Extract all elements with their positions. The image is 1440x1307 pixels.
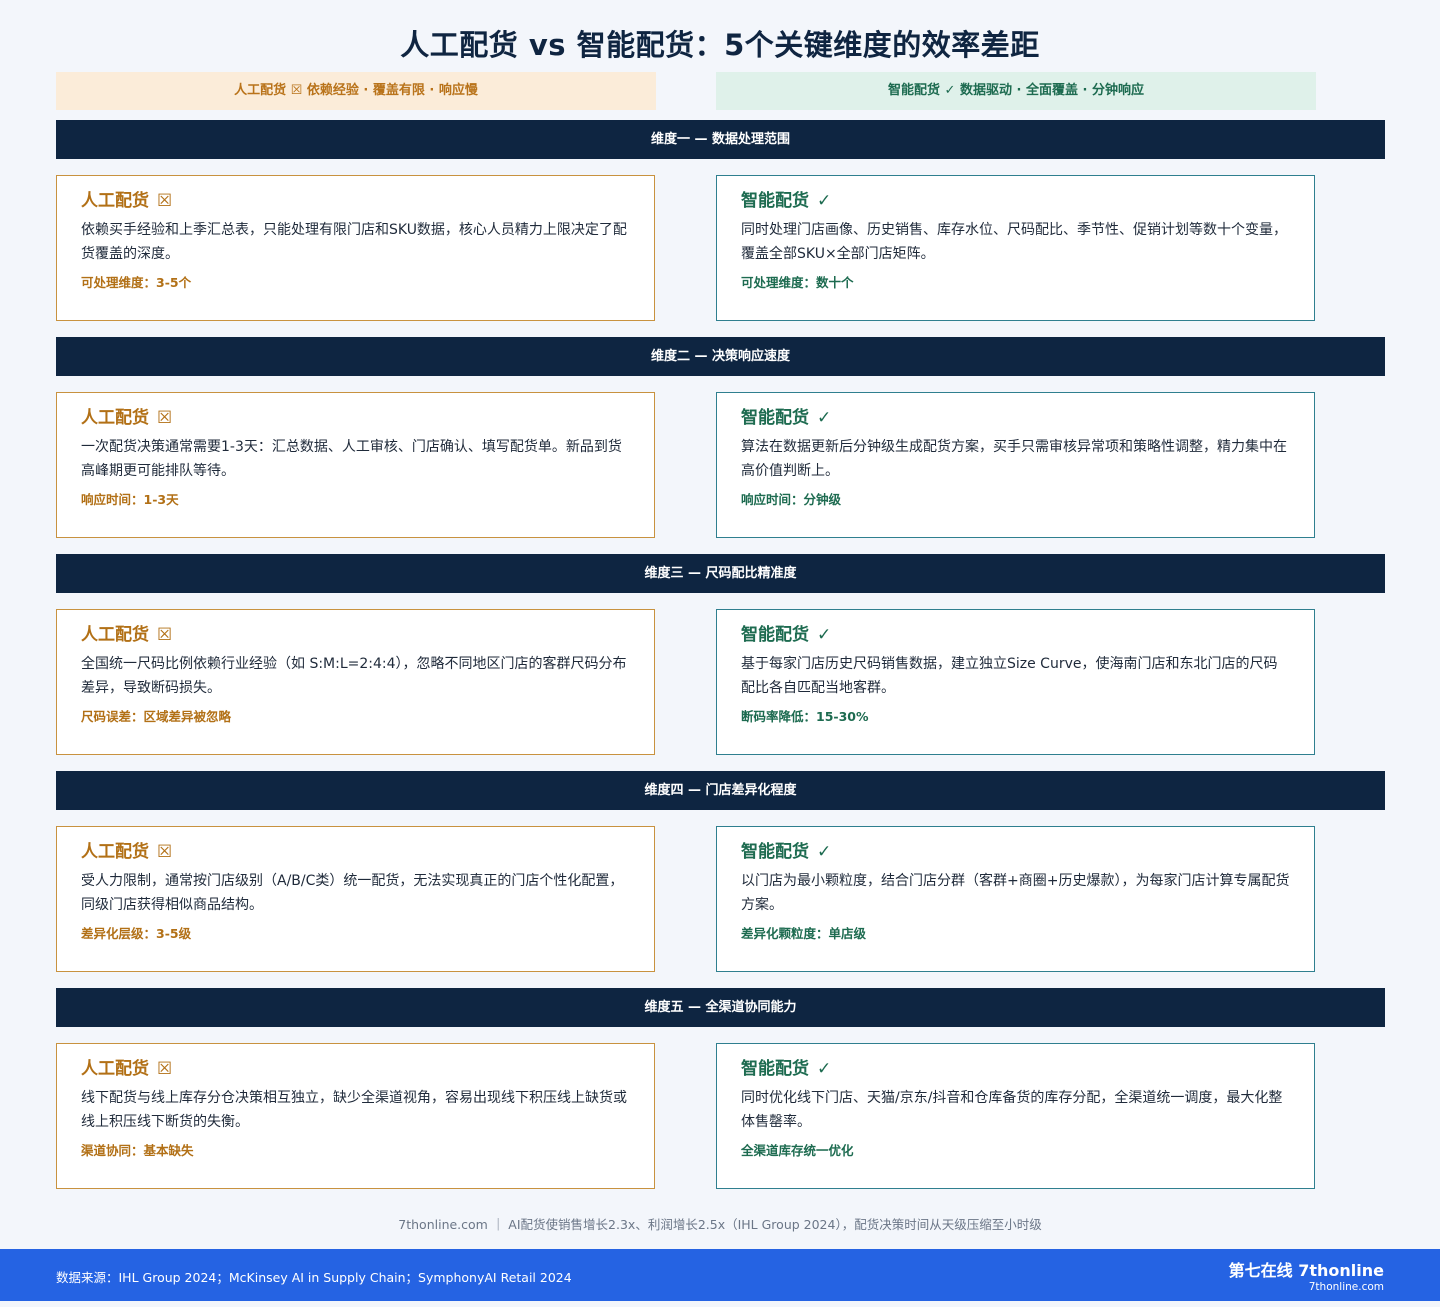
cross-box-icon: ☒ [157, 408, 173, 428]
card-metric: 响应时间：1-3天 [81, 492, 179, 507]
smart-card: 智能配货 ✓ 同时处理门店画像、历史销售、库存水位、尺码配比、季节性、促销计划等数… [716, 175, 1315, 321]
manual-card: 人工配货 ☒ 全国统一尺码比例依赖行业经验（如 S:M:L=2:4:4），忽略不同… [56, 609, 655, 755]
card-description: 线下配货与线上库存分仓决策相互独立，缺少全渠道视角，容易出现线下积压线上缺货或线… [81, 1090, 627, 1130]
card-description: 依赖买手经验和上季汇总表，只能处理有限门店和SKU数据，核心人员精力上限决定了配… [81, 222, 627, 262]
card-description: 一次配货决策通常需要1-3天：汇总数据、人工审核、门店确认、填写配货单。新品到货… [81, 439, 622, 479]
cross-box-icon: ☒ [157, 625, 173, 645]
check-icon: ✓ [817, 625, 832, 645]
smart-card: 智能配货 ✓ 同时优化线下门店、天猫/京东/抖音和仓库备货的库存分配，全渠道统一调… [716, 1043, 1315, 1189]
card-heading: 智能配货 ✓ [741, 625, 832, 645]
check-icon: ✓ [817, 191, 832, 211]
card-description: 基于每家门店历史尺码销售数据，建立独立Size Curve，使海南门店和东北门店… [741, 656, 1278, 696]
card-heading: 人工配货 ☒ [81, 191, 173, 211]
legend-manual: 人工配货 ☒ 依赖经验 · 覆盖有限 · 响应慢 [56, 72, 656, 110]
card-metric: 渠道协同：基本缺失 [81, 1143, 194, 1158]
brand-logo: 第七在线 7thonline 7thonline.com [1229, 1261, 1384, 1293]
card-heading: 智能配货 ✓ [741, 191, 832, 211]
card-metric: 可处理维度：数十个 [741, 275, 854, 290]
brand-url: 7thonline.com [1308, 1281, 1384, 1293]
manual-card: 人工配货 ☒ 线下配货与线上库存分仓决策相互独立，缺少全渠道视角，容易出现线下积压… [56, 1043, 655, 1189]
dimension-header: 维度五 — 全渠道协同能力 [56, 988, 1385, 1027]
card-description: 受人力限制，通常按门店级别（A/B/C类）统一配货，无法实现真正的门店个性化配置… [81, 873, 624, 913]
dimension-header: 维度一 — 数据处理范围 [56, 120, 1385, 159]
card-metric: 断码率降低：15-30% [741, 709, 869, 724]
check-icon: ✓ [817, 408, 832, 428]
card-heading: 人工配货 ☒ [81, 625, 173, 645]
card-metric: 全渠道库存统一优化 [741, 1143, 854, 1158]
page-title: 人工配货 vs 智能配货：5个关键维度的效率差距 [400, 28, 1040, 62]
card-description: 同时处理门店画像、历史销售、库存水位、尺码配比、季节性、促销计划等数十个变量，覆… [741, 222, 1287, 262]
card-heading: 智能配货 ✓ [741, 842, 832, 862]
card-metric: 尺码误差：区域差异被忽略 [81, 709, 232, 724]
manual-card: 人工配货 ☒ 依赖买手经验和上季汇总表，只能处理有限门店和SKU数据，核心人员精力… [56, 175, 655, 321]
smart-card: 智能配货 ✓ 以门店为最小颗粒度，结合门店分群（客群+商圈+历史爆款），为每家门店… [716, 826, 1315, 972]
bottom-band: 数据来源：IHL Group 2024；McKinsey AI in Suppl… [0, 1249, 1440, 1301]
dimension-header: 维度三 — 尺码配比精准度 [56, 554, 1385, 593]
card-heading: 人工配货 ☒ [81, 408, 173, 428]
manual-card: 人工配货 ☒ 受人力限制，通常按门店级别（A/B/C类）统一配货，无法实现真正的门… [56, 826, 655, 972]
card-heading: 人工配货 ☒ [81, 1059, 173, 1079]
cross-box-icon: ☒ [157, 842, 173, 862]
cross-box-icon: ☒ [157, 1059, 173, 1079]
card-heading: 智能配货 ✓ [741, 1059, 832, 1079]
smart-card: 智能配货 ✓ 基于每家门店历史尺码销售数据，建立独立Size Curve，使海南门… [716, 609, 1315, 755]
brand-name: 第七在线 7thonline [1228, 1261, 1384, 1280]
cross-box-icon: ☒ [157, 191, 173, 211]
legend-smart: 智能配货 ✓ 数据驱动 · 全面覆盖 · 分钟响应 [716, 72, 1316, 110]
smart-card: 智能配货 ✓ 算法在数据更新后分钟级生成配货方案，买手只需审核异常项和策略性调整，… [716, 392, 1315, 538]
card-description: 同时优化线下门店、天猫/京东/抖音和仓库备货的库存分配，全渠道统一调度，最大化整… [741, 1090, 1283, 1130]
dimension-header: 维度四 — 门店差异化程度 [56, 771, 1385, 810]
data-source: 数据来源：IHL Group 2024；McKinsey AI in Suppl… [56, 1270, 572, 1285]
card-description: 以门店为最小颗粒度，结合门店分群（客群+商圈+历史爆款），为每家门店计算专属配货… [741, 873, 1290, 913]
card-metric: 差异化层级：3-5级 [81, 926, 192, 941]
check-icon: ✓ [817, 842, 832, 862]
card-metric: 差异化颗粒度：单店级 [741, 926, 867, 941]
dimension-header: 维度二 — 决策响应速度 [56, 337, 1385, 376]
card-heading: 智能配货 ✓ [741, 408, 832, 428]
check-icon: ✓ [817, 1059, 832, 1079]
card-heading: 人工配货 ☒ [81, 842, 173, 862]
footer-note: 7thonline.com ｜ AI配货使销售增长2.3x、利润增长2.5x（I… [398, 1217, 1042, 1232]
card-metric: 响应时间：分钟级 [741, 492, 842, 507]
manual-card: 人工配货 ☒ 一次配货决策通常需要1-3天：汇总数据、人工审核、门店确认、填写配货… [56, 392, 655, 538]
card-description: 全国统一尺码比例依赖行业经验（如 S:M:L=2:4:4），忽略不同地区门店的客… [81, 656, 627, 696]
card-description: 算法在数据更新后分钟级生成配货方案，买手只需审核异常项和策略性调整，精力集中在高… [741, 439, 1287, 479]
card-metric: 可处理维度：3-5个 [81, 275, 192, 290]
